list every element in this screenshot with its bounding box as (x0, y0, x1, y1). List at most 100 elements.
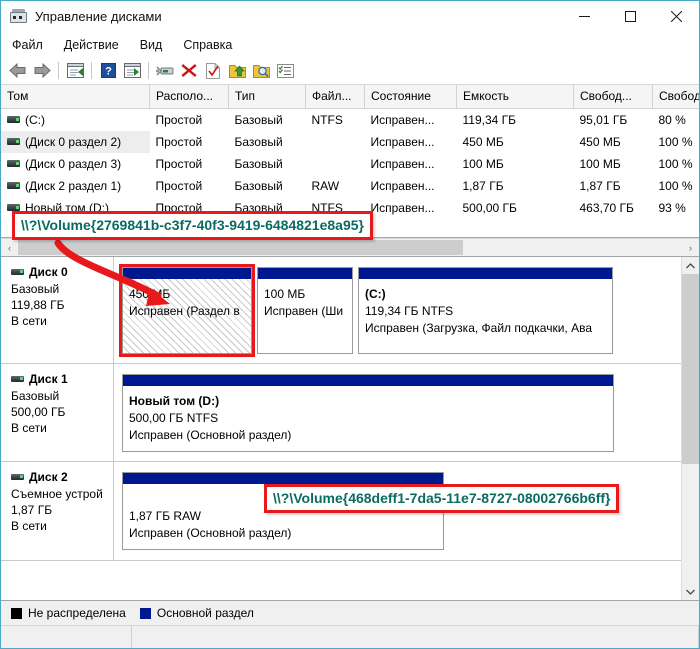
partition-color-bar (123, 268, 251, 279)
fs-cell (306, 153, 365, 175)
partition-size: 500,00 ГБ NTFS (129, 411, 219, 425)
type-cell: Базовый (234, 112, 283, 127)
partition-color-bar (359, 268, 612, 279)
status-bar-cell-left (1, 626, 132, 648)
free-pct-cell: 100 % (658, 178, 693, 193)
title-bar: Управление дисками (1, 1, 699, 32)
disk-1-title: Диск 1 (29, 372, 68, 386)
capacity-cell: 100 МБ (462, 156, 504, 171)
explore-icon[interactable] (249, 60, 273, 82)
fs-cell (306, 131, 365, 153)
partition-disk0-c[interactable]: (C:) 119,34 ГБ NTFS Исправен (Загрузка, … (358, 267, 613, 354)
status-cell: Исправен... (370, 156, 435, 171)
delete-volume-icon[interactable] (177, 60, 201, 82)
annotation-volume-guid-2: \\?\Volume{468deff1-7da5-11e7-8727-08002… (264, 484, 620, 513)
type-cell: Базовый (234, 134, 283, 149)
format-icon[interactable] (201, 60, 225, 82)
capacity-cell: 119,34 ГБ (462, 112, 517, 127)
table-row[interactable]: (Диск 0 раздел 2) Простой Базовый Исправ… (1, 131, 699, 153)
toolbar-separator (91, 62, 92, 79)
partition-disk1-d[interactable]: Новый том (D:) 500,00 ГБ NTFS Исправен (… (122, 374, 614, 452)
capacity-cell: 500,00 ГБ (462, 200, 517, 215)
volume-label: (C:) (25, 112, 45, 127)
vertical-scroll-thumb[interactable] (682, 274, 699, 464)
partition-disk0-efi[interactable]: 100 МБ Исправен (Ши (257, 267, 353, 354)
partition-label: Новый том (D:) (129, 394, 220, 408)
disk-1-state: В сети (11, 421, 47, 435)
volume-icon (7, 203, 20, 211)
free-pct-cell: 93 % (658, 200, 686, 215)
scroll-right-arrow-icon[interactable]: › (682, 239, 699, 256)
volume-icon (7, 137, 20, 145)
scroll-down-arrow-icon[interactable] (682, 583, 699, 600)
partition-body: Новый том (D:) 500,00 ГБ NTFS Исправен (… (123, 386, 613, 451)
status-cell: Исправен... (370, 112, 435, 127)
table-row[interactable]: (C:) Простой Базовый NTFS Исправен... 11… (1, 109, 699, 132)
col-volume[interactable]: Том (1, 85, 150, 109)
disk-2-header[interactable]: Диск 2 Съемное устрой 1,87 ГБ В сети (1, 462, 114, 560)
graphical-view-pane: Диск 0 Базовый 119,88 ГБ В сети 450 МБ И… (1, 256, 699, 600)
table-row[interactable]: (Диск 0 раздел 3) Простой Базовый Исправ… (1, 153, 699, 175)
horizontal-scroll-thumb[interactable] (18, 240, 463, 255)
disk-1-row[interactable]: Диск 1 Базовый 500,00 ГБ В сети Новый то… (1, 364, 681, 462)
help-icon[interactable]: ? (96, 60, 120, 82)
free-pct-cell: 80 % (658, 112, 686, 127)
free-cell: 95,01 ГБ (579, 112, 628, 127)
forward-icon[interactable] (30, 60, 54, 82)
disk-0-size: 119,88 ГБ (11, 298, 65, 312)
disk-1-type: Базовый (11, 389, 60, 403)
status-cell: Исправен... (370, 200, 435, 215)
col-filesystem[interactable]: Файл... (305, 85, 365, 109)
partition-status: Исправен (Раздел в (129, 304, 240, 318)
col-free-percent[interactable]: Свободно % (652, 85, 699, 109)
legend-primary-partition-label: Основной раздел (156, 606, 254, 620)
disk-0-state: В сети (11, 314, 47, 328)
menu-bar: Файл Действие Вид Справка (1, 32, 699, 57)
free-cell: 463,70 ГБ (579, 200, 634, 215)
disk-0-row[interactable]: Диск 0 Базовый 119,88 ГБ В сети 450 МБ И… (1, 257, 681, 364)
legend-unallocated-label: Не распределена (28, 606, 126, 620)
menu-file[interactable]: Файл (12, 38, 43, 52)
horizontal-scroll-track[interactable] (18, 239, 682, 256)
status-cell: Исправен... (370, 178, 435, 193)
minimize-button[interactable] (561, 1, 607, 32)
rescan-disks-icon[interactable] (153, 60, 177, 82)
fs-cell: NTFS (311, 112, 343, 127)
extend-volume-icon[interactable] (225, 60, 249, 82)
scroll-left-arrow-icon[interactable]: ‹ (1, 239, 18, 256)
col-free[interactable]: Свобод... (573, 85, 653, 109)
horizontal-scrollbar[interactable]: ‹ › (1, 238, 699, 256)
disk-0-header[interactable]: Диск 0 Базовый 119,88 ГБ В сети (1, 257, 114, 363)
graphical-view-body: Диск 0 Базовый 119,88 ГБ В сети 450 МБ И… (1, 257, 681, 600)
table-row[interactable]: (Диск 2 раздел 1) Простой Базовый RAW Ис… (1, 175, 699, 197)
properties-icon[interactable] (273, 60, 297, 82)
partition-label: (C:) (365, 287, 386, 301)
capacity-cell: 1,87 ГБ (462, 178, 504, 193)
vertical-scrollbar[interactable] (681, 257, 699, 600)
disk-1-header[interactable]: Диск 1 Базовый 500,00 ГБ В сети (1, 364, 114, 461)
maximize-button[interactable] (607, 1, 653, 32)
menu-view[interactable]: Вид (140, 38, 163, 52)
show-hide-console-tree-icon[interactable] (63, 60, 87, 82)
legend-unallocated-swatch (11, 607, 22, 619)
menu-help[interactable]: Справка (183, 38, 232, 52)
volume-table: Том Располо... Тип Файл... Состояние Емк… (1, 85, 699, 219)
disk-0-partitions: 450 МБ Исправен (Раздел в 100 МБ Исправе… (114, 257, 681, 363)
window-title: Управление дисками (35, 9, 162, 24)
col-type[interactable]: Тип (228, 85, 306, 109)
vertical-scroll-track[interactable] (682, 274, 699, 583)
back-icon[interactable] (6, 60, 30, 82)
disk-2-state: В сети (11, 519, 47, 533)
col-capacity[interactable]: Емкость (456, 85, 574, 109)
menu-action[interactable]: Действие (64, 38, 119, 52)
scroll-up-arrow-icon[interactable] (682, 257, 699, 274)
volume-cell: (C:) (1, 109, 150, 132)
show-hide-action-pane-icon[interactable] (120, 60, 144, 82)
col-layout[interactable]: Располо... (149, 85, 229, 109)
col-status[interactable]: Состояние (364, 85, 457, 109)
annotation-volume-guid-1: \\?\Volume{2769841b-c3f7-40f3-9419-64848… (12, 211, 373, 240)
toolbar-separator (58, 62, 59, 79)
layout-cell: Простой (155, 156, 203, 171)
partition-disk0-recovery[interactable]: 450 МБ Исправен (Раздел в (119, 264, 255, 357)
close-button[interactable] (653, 1, 699, 32)
